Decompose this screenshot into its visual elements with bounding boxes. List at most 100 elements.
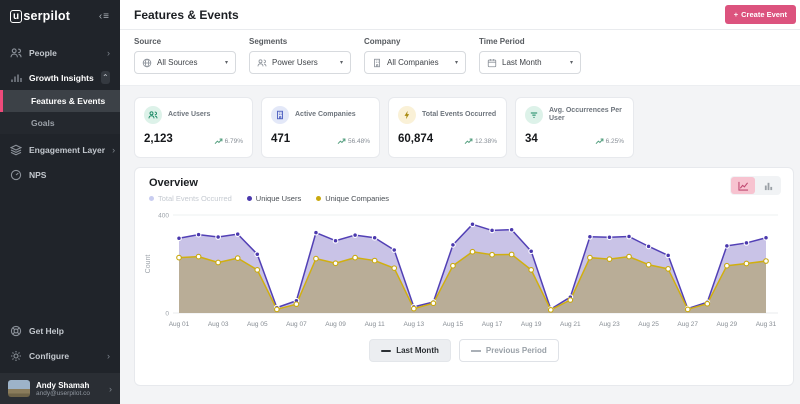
svg-text:Aug 21: Aug 21 <box>560 321 581 328</box>
sidebar-item-label: People <box>29 48 100 58</box>
sidebar-collapse-icon[interactable]: ‹≡ <box>99 11 110 22</box>
stat-label: Active Companies <box>295 111 356 119</box>
funnel-icon <box>525 106 543 124</box>
company-select[interactable]: All Companies ▾ <box>364 51 466 74</box>
sidebar-item-goals[interactable]: Goals <box>0 112 120 134</box>
user-name: Andy Shamah <box>36 381 103 390</box>
stat-trend: 56.48% <box>337 138 370 145</box>
globe-icon <box>142 58 152 68</box>
help-lifebuoy-icon <box>10 325 22 337</box>
app-window: userpilot ‹≡ People › Growth Insights ⌃ … <box>0 0 800 404</box>
sidebar-item-label: Configure <box>29 351 100 361</box>
dashed-line-icon <box>471 350 481 352</box>
caret-down-icon: ▾ <box>455 59 458 66</box>
people-icon <box>10 47 22 59</box>
legend-dot <box>247 196 252 201</box>
filter-label: Time Period <box>479 37 581 46</box>
previous-period-button[interactable]: Previous Period <box>459 339 559 362</box>
trend-up-icon <box>337 138 346 145</box>
trend-up-icon <box>214 138 223 145</box>
sidebar: userpilot ‹≡ People › Growth Insights ⌃ … <box>0 0 120 404</box>
stat-value: 471 <box>271 133 290 145</box>
source-select[interactable]: All Sources ▾ <box>134 51 236 74</box>
sidebar-item-growth-insights[interactable]: Growth Insights ⌃ <box>0 65 120 90</box>
svg-text:Aug 23: Aug 23 <box>599 321 620 328</box>
sidebar-logo-row: userpilot ‹≡ <box>0 0 120 32</box>
sidebar-item-people[interactable]: People › <box>0 40 120 65</box>
legend-dot <box>149 196 154 201</box>
sidebar-item-label: NPS <box>29 170 110 180</box>
sidebar-item-configure[interactable]: Configure › <box>0 343 120 368</box>
last-month-button[interactable]: Last Month <box>369 339 451 362</box>
active-companies-icon <box>271 106 289 124</box>
svg-text:Aug 27: Aug 27 <box>677 321 698 328</box>
filter-label: Source <box>134 37 236 46</box>
filter-time-period: Time Period Last Month ▾ <box>479 37 581 74</box>
legend-total-events[interactable]: Total Events Occurred <box>149 194 232 203</box>
sidebar-item-nps[interactable]: NPS <box>0 162 120 187</box>
sidebar-item-features-events[interactable]: Features & Events <box>0 90 120 112</box>
sidebar-item-get-help[interactable]: Get Help <box>0 318 120 343</box>
stat-value: 34 <box>525 133 538 145</box>
caret-down-icon: ▾ <box>340 59 343 66</box>
svg-text:Aug 03: Aug 03 <box>208 321 229 328</box>
svg-text:Aug 13: Aug 13 <box>403 321 424 328</box>
stat-card-active-users: Active Users 2,123 6.79% <box>134 97 253 158</box>
stat-trend: 6.79% <box>214 138 243 145</box>
filter-company: Company All Companies ▾ <box>364 37 466 74</box>
user-info: Andy Shamah andy@userpilot.co <box>36 381 103 397</box>
calendar-icon <box>487 58 497 68</box>
active-users-icon <box>144 106 162 124</box>
legend-unique-users[interactable]: Unique Users <box>247 194 301 203</box>
line-chart-toggle-button[interactable] <box>731 177 755 194</box>
stat-card-active-companies: Active Companies 471 56.48% <box>261 97 380 158</box>
chevron-right-icon: › <box>107 48 110 58</box>
bar-chart-icon <box>10 72 22 84</box>
filter-label: Segments <box>249 37 351 46</box>
plus-icon: + <box>734 10 738 19</box>
solid-line-icon <box>381 350 391 352</box>
time-period-select[interactable]: Last Month ▾ <box>479 51 581 74</box>
stat-value: 60,874 <box>398 133 433 145</box>
sidebar-spacer <box>0 187 120 318</box>
chart-type-toggle <box>730 176 781 195</box>
stat-label: Active Users <box>168 111 210 119</box>
gear-icon <box>10 350 22 362</box>
svg-text:Aug 31: Aug 31 <box>756 321 777 328</box>
svg-text:Aug 15: Aug 15 <box>443 321 464 328</box>
stat-trend: 6.25% <box>595 138 624 145</box>
svg-text:Aug 29: Aug 29 <box>717 321 738 328</box>
create-event-button[interactable]: + Create Event <box>725 5 796 24</box>
bar-chart-toggle-button[interactable] <box>756 177 780 194</box>
chevron-right-icon: › <box>107 351 110 361</box>
legend-unique-companies[interactable]: Unique Companies <box>316 194 389 203</box>
stat-label: Total Events Occurred <box>422 111 496 119</box>
chevron-right-icon: › <box>112 145 115 155</box>
sidebar-item-label: Growth Insights <box>29 73 94 83</box>
gauge-icon <box>10 169 22 181</box>
stat-label: Avg. Occurrences Per User <box>549 107 624 122</box>
filter-label: Company <box>364 37 466 46</box>
chevron-up-icon[interactable]: ⌃ <box>101 71 110 84</box>
svg-text:Aug 25: Aug 25 <box>638 321 659 328</box>
page-header: Features & Events + Create Event <box>120 0 800 30</box>
trend-up-icon <box>464 138 473 145</box>
filter-segments: Segments Power Users ▾ <box>249 37 351 74</box>
svg-text:Aug 09: Aug 09 <box>325 321 346 328</box>
layers-icon <box>10 144 22 156</box>
svg-text:Aug 19: Aug 19 <box>521 321 542 328</box>
filter-source: Source All Sources ▾ <box>134 37 236 74</box>
stat-card-avg-occurrences: Avg. Occurrences Per User 34 6.25% <box>515 97 634 158</box>
sidebar-item-label: Get Help <box>29 326 110 336</box>
stat-card-total-events: Total Events Occurred 60,874 12.38% <box>388 97 507 158</box>
sidebar-item-label: Engagement Layer <box>29 145 105 155</box>
svg-text:400: 400 <box>158 213 169 220</box>
user-profile[interactable]: Andy Shamah andy@userpilot.co › <box>0 373 120 404</box>
overview-title: Overview <box>135 168 793 189</box>
stat-value: 2,123 <box>144 133 173 145</box>
chart-canvas: 4000CountAug 01Aug 03Aug 05Aug 07Aug 09A… <box>141 203 793 333</box>
sidebar-item-engagement-layer[interactable]: Engagement Layer › <box>0 137 120 162</box>
building-icon <box>372 58 382 68</box>
segments-select[interactable]: Power Users ▾ <box>249 51 351 74</box>
svg-text:Count: Count <box>145 255 152 274</box>
